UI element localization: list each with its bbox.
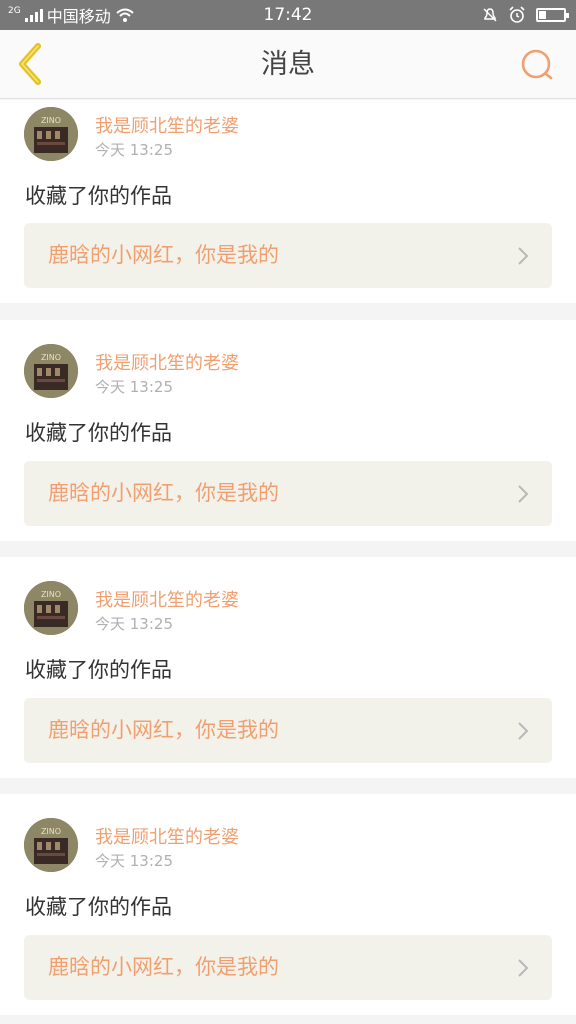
avatar[interactable]: ZINO [24,818,78,872]
username[interactable]: 我是顾北笙的老婆 [95,586,239,612]
work-link[interactable]: 鹿晗的小网红，你是我的 [24,461,552,526]
work-title: 鹿晗的小网红，你是我的 [48,481,279,505]
svg-text:ZINO: ZINO [41,590,61,599]
search-icon[interactable] [520,47,556,83]
message-card: ZINO 我是顾北笙的老婆 今天 13:25 收藏了你的作品 鹿晗的小网红，你是… [0,557,576,778]
message-card: ZINO 我是顾北笙的老婆 今天 13:25 收藏了你的作品 鹿晗的小网红，你是… [0,794,576,1015]
page-title: 消息 [261,49,315,80]
username[interactable]: 我是顾北笙的老婆 [95,112,239,138]
timestamp: 今天 13:25 [95,378,173,396]
timestamp: 今天 13:25 [95,141,173,159]
chevron-right-icon [518,959,529,977]
mute-icon [483,8,497,22]
avatar[interactable]: ZINO [24,581,78,635]
battery-icon [536,8,569,22]
nav-bar: 消息 [0,30,576,99]
svg-text:ZINO: ZINO [41,116,61,125]
action-text: 收藏了你的作品 [25,421,172,445]
username[interactable]: 我是顾北笙的老婆 [95,349,239,375]
avatar[interactable]: ZINO [24,107,78,161]
work-title: 鹿晗的小网红，你是我的 [48,718,279,742]
work-link[interactable]: 鹿晗的小网红，你是我的 [24,935,552,1000]
work-link[interactable]: 鹿晗的小网红，你是我的 [24,223,552,288]
svg-text:ZINO: ZINO [41,827,61,836]
action-text: 收藏了你的作品 [25,658,172,682]
action-text: 收藏了你的作品 [25,895,172,919]
username[interactable]: 我是顾北笙的老婆 [95,823,239,849]
work-title: 鹿晗的小网红，你是我的 [48,243,279,267]
timestamp: 今天 13:25 [95,852,173,870]
chevron-right-icon [518,722,529,740]
message-card: ZINO 我是顾北笙的老婆 今天 13:25 收藏了你的作品 鹿晗的小网红，你是… [0,100,576,303]
chevron-right-icon [518,485,529,503]
work-link[interactable]: 鹿晗的小网红，你是我的 [24,698,552,763]
status-bar: 2G 中国移动 17:42 [0,0,576,30]
status-right [482,0,569,30]
message-card: ZINO 我是顾北笙的老婆 今天 13:25 收藏了你的作品 鹿晗的小网红，你是… [0,320,576,541]
alarm-icon [509,6,525,23]
avatar[interactable]: ZINO [24,344,78,398]
svg-text:ZINO: ZINO [41,353,61,362]
action-text: 收藏了你的作品 [25,184,172,208]
timestamp: 今天 13:25 [95,615,173,633]
work-title: 鹿晗的小网红，你是我的 [48,955,279,979]
chevron-right-icon [518,247,529,265]
